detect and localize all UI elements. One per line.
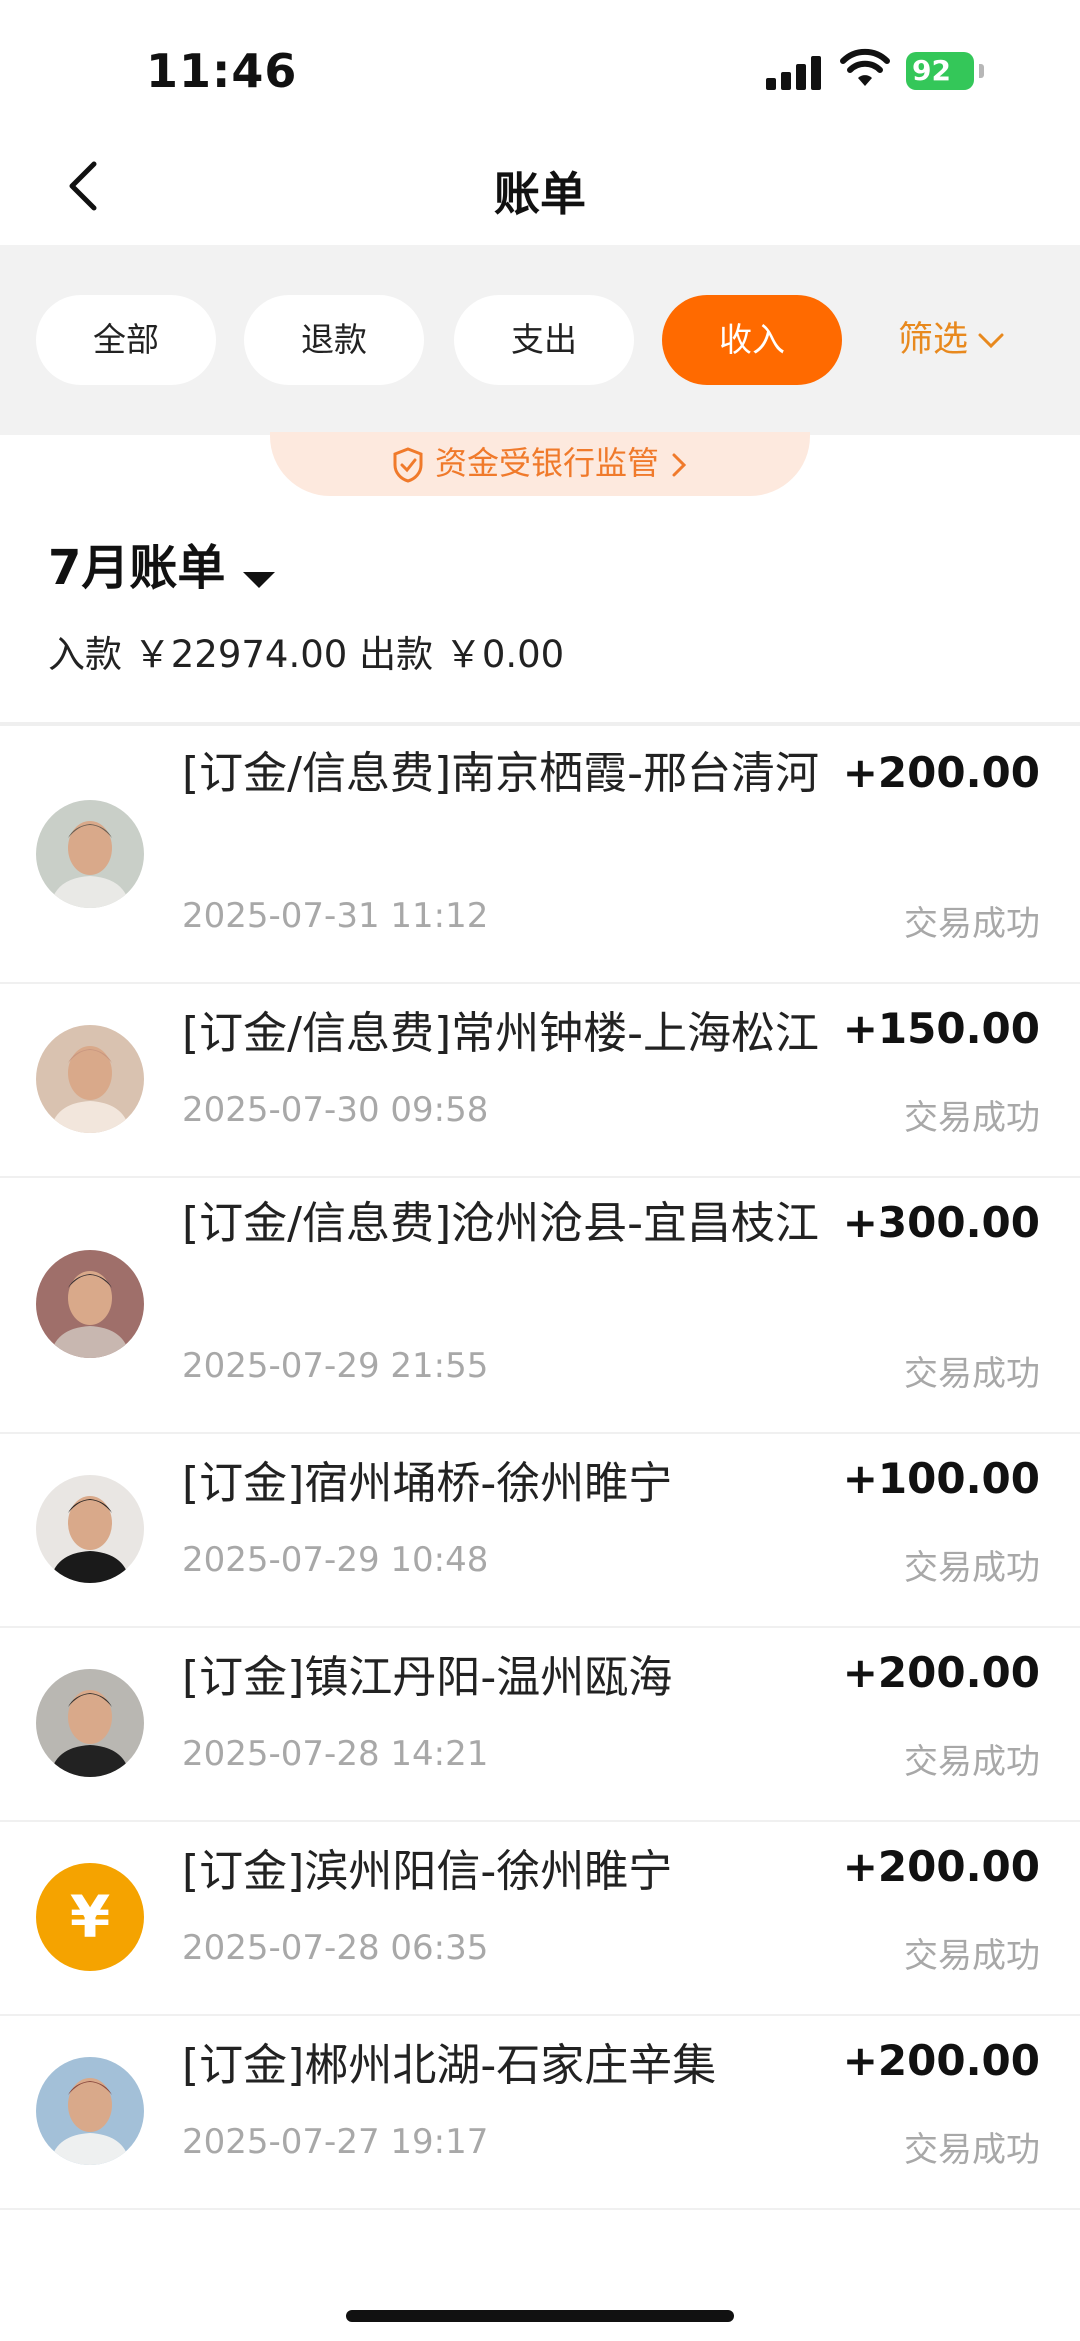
transaction-time: 2025-07-27 19:17	[182, 2122, 489, 2162]
month-totals: 入款 ￥22974.00 出款 ￥0.00	[48, 633, 565, 676]
avatar	[36, 1669, 144, 1777]
transaction-time: 2025-07-28 14:21	[182, 1734, 489, 1774]
transaction-status: 交易成功	[904, 2130, 1040, 2170]
transaction-status: 交易成功	[904, 1742, 1040, 1782]
bank-supervision-banner[interactable]: 资金受银行监管	[270, 432, 810, 496]
yen-avatar-icon: ¥	[36, 1863, 144, 1971]
battery-icon: 92	[906, 52, 984, 90]
transaction-row[interactable]: [订金]镇江丹阳-温州瓯海 +200.00 2025-07-28 14:21 交易成功	[0, 1626, 1080, 1822]
transaction-amount: +100.00	[842, 1454, 1040, 1503]
transaction-title: [订金]郴州北湖-石家庄辛集	[182, 2040, 717, 2091]
transaction-row[interactable]: [订金/信息费]沧州沧县-宜昌枝江 +300.00 2025-07-29 21:55…	[0, 1176, 1080, 1434]
transaction-row[interactable]: [订金]宿州埇桥-徐州睢宁 +100.00 2025-07-29 10:48 交易成功	[0, 1432, 1080, 1628]
filter-income-button[interactable]: 收入	[662, 295, 842, 385]
filter-dropdown-button[interactable]: 筛选	[898, 307, 1006, 373]
avatar	[36, 1025, 144, 1133]
transaction-time: 2025-07-29 10:48	[182, 1540, 489, 1580]
transaction-status: 交易成功	[904, 1548, 1040, 1588]
transaction-row[interactable]: [订金/信息费]常州钟楼-上海松江 +150.00 2025-07-30 09:58…	[0, 982, 1080, 1178]
transaction-time: 2025-07-30 09:58	[182, 1090, 489, 1130]
transaction-title: [订金]宿州埇桥-徐州睢宁	[182, 1458, 673, 1509]
status-time: 11:46	[146, 44, 298, 98]
transaction-time: 2025-07-28 06:35	[182, 1928, 489, 1968]
transaction-title: [订金]镇江丹阳-温州瓯海	[182, 1652, 673, 1703]
status-bar: 11:46 92	[0, 0, 1080, 130]
transaction-time: 2025-07-31 11:12	[182, 896, 489, 936]
list-overflow-cover	[0, 2250, 1080, 2341]
transaction-title: [订金/信息费]常州钟楼-上海松江	[182, 1008, 820, 1059]
shield-check-icon	[393, 447, 423, 483]
month-title: 7月账单	[48, 540, 226, 596]
wifi-icon	[840, 48, 890, 86]
avatar	[36, 800, 144, 908]
transaction-amount: +200.00	[842, 748, 1040, 797]
transaction-title: [订金/信息费]沧州沧县-宜昌枝江	[182, 1198, 820, 1249]
transaction-row[interactable]: ¥ [订金]滨州阳信-徐州睢宁 +200.00 2025-07-28 06:35 交易成…	[0, 1820, 1080, 2016]
caret-down-icon	[243, 571, 276, 588]
transaction-time: 2025-07-29 21:55	[182, 1346, 489, 1386]
transaction-title: [订金/信息费]南京栖霞-邢台清河	[182, 748, 820, 799]
cellular-signal-icon	[766, 54, 824, 90]
transaction-amount: +200.00	[842, 2036, 1040, 2085]
filter-dropdown-label: 筛选	[898, 320, 969, 360]
transaction-amount: +300.00	[842, 1198, 1040, 1247]
avatar	[36, 2057, 144, 2165]
transaction-row[interactable]: [订金]郴州北湖-石家庄辛集 +200.00 2025-07-27 19:17 交易成…	[0, 2014, 1080, 2210]
chevron-right-icon	[672, 453, 687, 477]
banner-text: 资金受银行监管	[434, 444, 659, 482]
avatar	[36, 1250, 144, 1358]
page-title: 账单	[494, 167, 586, 221]
transaction-title: [订金]滨州阳信-徐州睢宁	[182, 1846, 673, 1897]
transaction-status: 交易成功	[904, 1936, 1040, 1976]
month-selector[interactable]: 7月账单	[48, 528, 276, 598]
transaction-status: 交易成功	[904, 1354, 1040, 1394]
transaction-amount: +150.00	[842, 1004, 1040, 1053]
transaction-status: 交易成功	[904, 1098, 1040, 1138]
home-indicator[interactable]	[346, 2310, 734, 2322]
chevron-down-icon	[978, 333, 1004, 349]
filter-refund-button[interactable]: 退款	[244, 295, 424, 385]
filter-expense-button[interactable]: 支出	[454, 295, 634, 385]
avatar	[36, 1475, 144, 1583]
battery-level: 92	[906, 52, 974, 90]
transaction-status: 交易成功	[904, 904, 1040, 944]
transaction-amount: +200.00	[842, 1648, 1040, 1697]
navigation-bar: 账单	[0, 130, 1080, 245]
transaction-amount: +200.00	[842, 1842, 1040, 1891]
filter-all-button[interactable]: 全部	[36, 295, 216, 385]
transaction-row[interactable]: [订金/信息费]南京栖霞-邢台清河 +200.00 2025-07-31 11:12…	[0, 726, 1080, 984]
filter-bar: 全部 退款 支出 收入 筛选	[0, 245, 1080, 435]
